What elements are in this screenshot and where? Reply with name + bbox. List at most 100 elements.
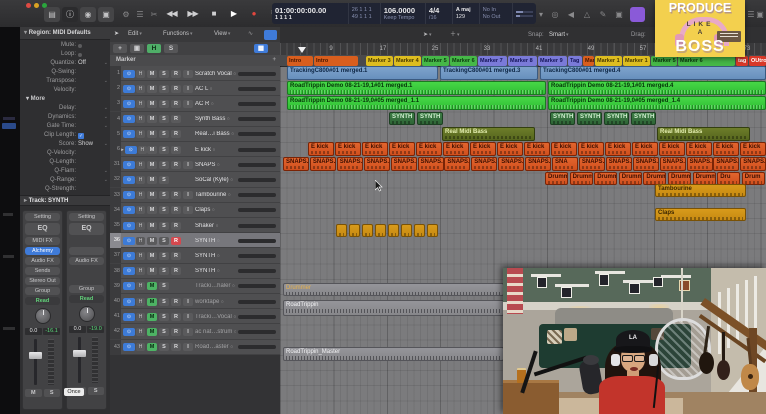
region[interactable]: SNAPS.2 xyxy=(310,157,336,171)
region[interactable]: Tambourine xyxy=(655,184,746,197)
track-name[interactable]: worktape ○ xyxy=(195,299,236,305)
track-name[interactable]: Road…aster ○ xyxy=(195,344,236,350)
region[interactable] xyxy=(401,224,412,237)
fader-cap[interactable] xyxy=(73,350,86,357)
input-monitor-button[interactable]: I xyxy=(183,161,193,169)
region[interactable]: TrackingC800#01 merged.4 xyxy=(540,66,766,80)
parameter-value[interactable] xyxy=(78,149,110,158)
input-monitor-button[interactable]: I xyxy=(183,206,193,214)
mute-button[interactable]: M xyxy=(147,85,157,93)
freeze-icon[interactable]: ○ xyxy=(210,86,213,91)
track-row[interactable]: 4⊙HMSRISynth Bass ○ xyxy=(110,112,280,127)
track-row[interactable]: 41⊙HMSRITracki…Vocal ○ xyxy=(110,309,280,324)
track-row[interactable]: 36⊙HMSRISYNTH ○ xyxy=(110,233,280,248)
track-on-icon[interactable]: ⊙ xyxy=(123,161,135,169)
region[interactable]: SNAPS.7 xyxy=(444,157,470,171)
region[interactable]: SYNTH xyxy=(577,112,602,125)
record-enable-button[interactable]: R xyxy=(171,85,181,93)
track-volume-slider[interactable] xyxy=(238,224,276,228)
region[interactable]: E kick xyxy=(524,142,550,156)
level-value[interactable]: -19.0 xyxy=(87,326,104,333)
region[interactable]: SNAPS.17 xyxy=(713,157,739,171)
marker[interactable]: OUtro xyxy=(749,56,766,66)
track-name[interactable]: Tambourine ○ xyxy=(195,192,236,198)
region-parameter[interactable]: Quantize:Off⌄ xyxy=(20,59,110,68)
input-monitor-button[interactable]: I xyxy=(183,85,193,93)
track-name[interactable]: Real…i Bass ○ xyxy=(195,131,236,137)
mute-button[interactable]: M xyxy=(147,222,157,230)
strip-solo-button[interactable]: S xyxy=(88,387,105,395)
freeze-icon[interactable]: ○ xyxy=(217,162,220,167)
region[interactable]: TrackingC800#01 merged.1 xyxy=(287,66,438,80)
track-volume-slider[interactable] xyxy=(238,72,276,76)
track-name[interactable]: Shaker ○ xyxy=(195,223,236,229)
read-slot-button[interactable]: Read xyxy=(69,295,104,303)
marker[interactable]: Marker 5 xyxy=(422,56,449,66)
freeze-icon[interactable]: ○ xyxy=(230,177,233,182)
region[interactable]: SYNTH xyxy=(550,112,575,125)
mixer-icon[interactable]: ☰ xyxy=(134,7,146,22)
track-volume-slider[interactable] xyxy=(238,132,276,136)
track-row[interactable]: 6▸⊙HMSRIE kick ○ xyxy=(110,142,280,157)
region[interactable]: RoadTrippin Demo 08-21-19,1#01 merged.4 xyxy=(548,81,766,95)
region[interactable]: Real Midi Bass xyxy=(442,127,535,141)
volume-fader[interactable] xyxy=(69,335,104,385)
freeze-icon[interactable]: ○ xyxy=(212,207,215,212)
region-parameter[interactable]: Gate Time:⌄ xyxy=(20,122,110,131)
track-on-icon[interactable]: ⊙ xyxy=(123,85,135,93)
playhead[interactable] xyxy=(298,47,306,53)
eq-slot-button[interactable]: EQ xyxy=(25,223,60,235)
pan-value[interactable]: 0.0 xyxy=(69,326,86,333)
region-inspector-header[interactable]: ▾ Region: MIDI Defaults xyxy=(20,27,110,40)
region[interactable]: E kick xyxy=(389,142,415,156)
track-hide-button[interactable]: H xyxy=(136,252,145,260)
mute-button[interactable]: M xyxy=(147,298,157,306)
media-browser-icon[interactable]: ▣ xyxy=(756,7,764,22)
audio-fx-slot-button[interactable]: Audio FX xyxy=(25,257,60,265)
solo-button[interactable]: S xyxy=(159,146,169,154)
track-row[interactable]: 39⊙HMSRITracki…haler ○ xyxy=(110,279,280,294)
snap-menu[interactable]: Smart xyxy=(549,27,569,43)
marker[interactable]: Marker 9 xyxy=(538,56,567,66)
track-name[interactable]: SYNTH ○ xyxy=(195,253,236,259)
pan-value[interactable]: 0.0 xyxy=(25,328,42,335)
track-on-icon[interactable]: ⊙ xyxy=(123,252,135,260)
track-name[interactable]: SYNTH ○ xyxy=(195,268,236,274)
record-enable-button[interactable]: R xyxy=(171,206,181,214)
track-row[interactable]: 37⊙HMSRISYNTH ○ xyxy=(110,248,280,263)
solo-button[interactable]: S xyxy=(159,191,169,199)
region-parameter[interactable]: Q-Length: xyxy=(20,158,110,167)
mute-button[interactable]: M xyxy=(147,176,157,184)
track-hide-button[interactable]: H xyxy=(136,237,145,245)
track-volume-slider[interactable] xyxy=(238,239,276,243)
track-hide-button[interactable]: H xyxy=(136,313,145,321)
record-enable-button[interactable]: R xyxy=(171,130,181,138)
input-monitor-button[interactable]: I xyxy=(183,343,193,351)
track-row[interactable]: 34⊙HMSRIClaps ○ xyxy=(110,203,280,218)
region[interactable]: E kick xyxy=(362,142,388,156)
strip-solo-button[interactable]: S xyxy=(44,389,61,397)
region[interactable]: E kick xyxy=(443,142,469,156)
track-zoom-button[interactable]: ▦ xyxy=(254,44,268,53)
freeze-icon[interactable]: ○ xyxy=(227,116,230,121)
input-monitor-button[interactable]: I xyxy=(183,100,193,108)
track-hide-button[interactable]: H xyxy=(136,343,145,351)
region[interactable]: SNAPS.9 xyxy=(498,157,524,171)
mute-button[interactable]: M xyxy=(147,115,157,123)
track-on-icon[interactable]: ⊙ xyxy=(123,100,135,108)
freeze-icon[interactable]: ○ xyxy=(211,101,214,106)
mute-button[interactable]: M xyxy=(147,282,157,290)
record-enable-button[interactable]: R xyxy=(171,161,181,169)
input-monitor-button[interactable]: I xyxy=(183,191,193,199)
record-enable-button[interactable]: R xyxy=(171,237,181,245)
eq-slot-button[interactable]: EQ xyxy=(69,223,104,235)
freeze-icon[interactable]: ○ xyxy=(217,268,220,273)
strip-mute-button[interactable]: M xyxy=(25,389,42,397)
list-editors-icon[interactable]: ☰ xyxy=(747,7,755,22)
track-row[interactable]: 40⊙HMSRIworktape ○ xyxy=(110,294,280,309)
track-volume-slider[interactable] xyxy=(238,300,276,304)
freeze-icon[interactable]: ○ xyxy=(228,192,231,197)
track-hide-button[interactable]: H xyxy=(136,176,145,184)
region[interactable] xyxy=(349,224,360,237)
mute-button[interactable]: M xyxy=(147,191,157,199)
